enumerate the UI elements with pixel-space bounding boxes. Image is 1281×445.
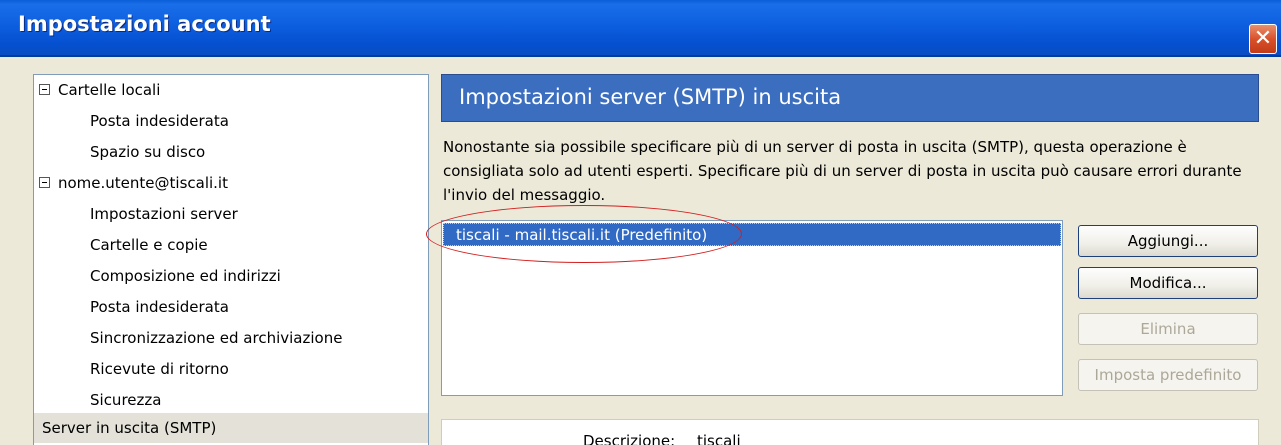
edit-button[interactable]: Modifica... — [1078, 267, 1258, 299]
set-default-button[interactable]: Imposta predefinito — [1078, 359, 1258, 391]
description-value: tiscali — [697, 432, 741, 445]
tree-item-sincronizzazione[interactable]: Sincronizzazione ed archiviazione — [34, 323, 428, 353]
tree-item-label: nome.utente@tiscali.it — [58, 174, 228, 192]
tree-item-label: Impostazioni server — [90, 205, 238, 223]
panel-title: Impostazioni server (SMTP) in uscita — [459, 85, 842, 109]
tree-item-label: Sincronizzazione ed archiviazione — [90, 329, 343, 347]
tree-item-server-smtp[interactable]: Server in uscita (SMTP) — [34, 413, 428, 443]
tree-item-label: Cartelle locali — [58, 81, 161, 99]
tree-item-account[interactable]: nome.utente@tiscali.it — [34, 168, 428, 198]
title-bar: Impostazioni account ✕ — [0, 0, 1281, 57]
tree-item-label: Composizione ed indirizzi — [90, 267, 281, 285]
collapse-icon[interactable] — [39, 84, 50, 95]
description-label: Descrizione: — [583, 432, 676, 445]
add-button[interactable]: Aggiungi... — [1078, 225, 1258, 257]
close-icon[interactable]: ✕ — [1249, 24, 1277, 54]
tree-item-ricevute-di-ritorno[interactable]: Ricevute di ritorno — [34, 354, 428, 384]
tree-item-label: Ricevute di ritorno — [90, 360, 229, 378]
tree-item-label: Spazio su disco — [90, 143, 206, 161]
tree-item-cartelle-locali[interactable]: Cartelle locali — [34, 75, 428, 105]
tree-item-label: Posta indesiderata — [90, 298, 229, 316]
tree-item-label: Sicurezza — [90, 391, 162, 409]
tree-item-label: Server in uscita (SMTP) — [42, 419, 217, 437]
annotation-ellipse — [426, 205, 742, 263]
tree-item-posta-indesiderata[interactable]: Posta indesiderata — [34, 106, 428, 136]
panel-header: Impostazioni server (SMTP) in uscita — [441, 74, 1259, 122]
tree-item-sicurezza[interactable]: Sicurezza — [34, 385, 428, 415]
account-tree[interactable]: Cartelle locali Posta indesiderata Spazi… — [33, 74, 429, 445]
collapse-icon[interactable] — [39, 177, 50, 188]
delete-button[interactable]: Elimina — [1078, 313, 1258, 345]
tree-item-impostazioni-server[interactable]: Impostazioni server — [34, 199, 428, 229]
tree-item-cartelle-e-copie[interactable]: Cartelle e copie — [34, 230, 428, 260]
tree-item-label: Posta indesiderata — [90, 112, 229, 130]
tree-item-label: Cartelle e copie — [90, 236, 208, 254]
tree-item-spazio-su-disco[interactable]: Spazio su disco — [34, 137, 428, 167]
window-title: Impostazioni account — [18, 12, 271, 36]
tree-item-posta-indesiderata-account[interactable]: Posta indesiderata — [34, 292, 428, 322]
server-details-panel — [441, 419, 1259, 445]
panel-description: Nonostante sia possibile specificare più… — [443, 138, 1242, 204]
tree-item-composizione[interactable]: Composizione ed indirizzi — [34, 261, 428, 291]
